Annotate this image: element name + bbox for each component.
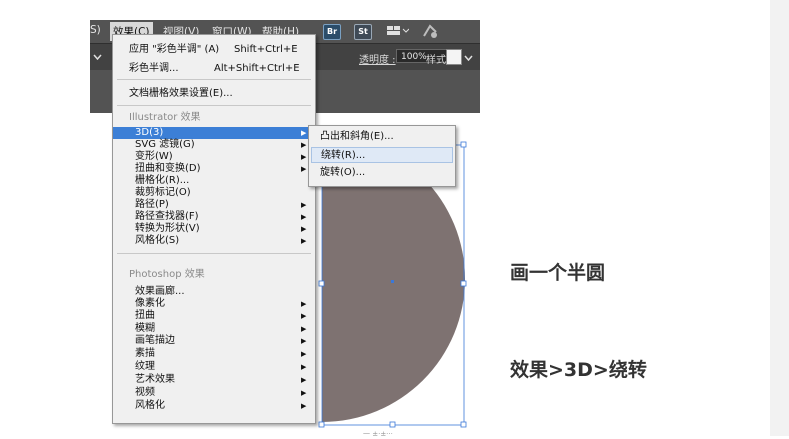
menu-item-document-raster-settings[interactable]: 文档栅格效果设置(E)...: [113, 88, 315, 100]
menu-separator: [117, 253, 311, 254]
chevron-right-icon: ▶: [301, 213, 307, 221]
gpu-performance-icon[interactable]: [423, 24, 439, 41]
chevron-right-icon: ▶: [301, 300, 307, 308]
menu-item-crop-marks[interactable]: 裁剪标记(O): [113, 187, 315, 199]
menu-item-stylize[interactable]: 风格化(S) ▶: [113, 235, 315, 247]
chevron-down-icon[interactable]: [464, 53, 473, 64]
menu-item-apply-halftone[interactable]: 应用 "彩色半调" (A) Shift+Ctrl+E: [113, 44, 315, 56]
chevron-right-icon: ▶: [301, 141, 307, 149]
stock-badge[interactable]: St: [354, 24, 372, 40]
menu-item-distort-transform[interactable]: 扭曲和变换(D) ▶: [113, 163, 315, 175]
menu-item-texture[interactable]: 纹理 ▶: [113, 361, 315, 373]
chevron-right-icon: ▶: [301, 129, 307, 137]
chevron-right-icon: ▶: [301, 165, 307, 173]
menu-item-revolve[interactable]: 绕转(R)...: [311, 147, 453, 163]
opacity-label[interactable]: 透明度 :: [359, 51, 396, 66]
menu-separator: [117, 79, 311, 80]
chevron-right-icon: ▶: [301, 225, 307, 233]
menu-item-rotate[interactable]: 旋转(O)...: [311, 165, 453, 181]
bridge-badge[interactable]: Br: [323, 24, 341, 40]
menu-separator: [117, 105, 311, 106]
menu-item-path[interactable]: 路径(P) ▶: [113, 199, 315, 211]
menu-item-pathfinder[interactable]: 路径查找器(F) ▶: [113, 211, 315, 223]
illustrator-effects-header: Illustrator 效果: [129, 112, 201, 123]
chevron-right-icon: ▶: [301, 376, 307, 384]
menu-item-pixelate[interactable]: 像素化 ▶: [113, 298, 315, 310]
workspace-layout-icon[interactable]: [387, 26, 410, 39]
menu-item-rasterize[interactable]: 栅格化(R)...: [113, 175, 315, 187]
caption-draw-half-circle: 画一个半圆: [510, 262, 606, 284]
menu-item-video[interactable]: 视频 ▶: [113, 387, 315, 399]
menu-item-color-halftone[interactable]: 彩色半调... Alt+Shift+Ctrl+E: [113, 63, 315, 75]
chevron-right-icon: ▶: [301, 337, 307, 345]
chevron-right-icon: ▶: [301, 325, 307, 333]
menu-item-brush-strokes[interactable]: 画笔描边 ▶: [113, 335, 315, 347]
chevron-right-icon: ▶: [301, 153, 307, 161]
3d-submenu: 凸出和斜角(E)... 绕转(R)... 旋转(O)...: [308, 125, 456, 187]
menu-item-svg-filters[interactable]: SVG 滤镜(G) ▶: [113, 139, 315, 151]
style-swatch[interactable]: [446, 49, 462, 65]
effects-menu: 应用 "彩色半调" (A) Shift+Ctrl+E 彩色半调... Alt+S…: [112, 34, 316, 424]
menu-item-effect-gallery[interactable]: 效果画廊...: [113, 286, 315, 298]
menu-item-blur[interactable]: 模糊 ▶: [113, 323, 315, 335]
menu-item-distort[interactable]: 扭曲 ▶: [113, 310, 315, 322]
menu-item-extrude-bevel[interactable]: 凸出和斜角(E)...: [311, 129, 453, 145]
page-edge: [770, 0, 789, 436]
chevron-right-icon: ▶: [301, 201, 307, 209]
menu-item-warp[interactable]: 变形(W) ▶: [113, 151, 315, 163]
canvas-footnote: 一 ±·±···: [363, 430, 393, 438]
menu-item-s[interactable]: S): [90, 24, 101, 36]
chevron-right-icon: ▶: [301, 363, 307, 371]
menu-item-ps-stylize[interactable]: 风格化 ▶: [113, 400, 315, 412]
chevron-down-icon[interactable]: [93, 52, 102, 63]
menu-item-convert-to-shape[interactable]: 转换为形状(V) ▶: [113, 223, 315, 235]
chevron-right-icon: ▶: [301, 237, 307, 245]
menu-item-artistic[interactable]: 艺术效果 ▶: [113, 374, 315, 386]
chevron-right-icon: ▶: [301, 350, 307, 358]
menu-item-3d[interactable]: 3D(3) ▶: [113, 127, 315, 139]
photoshop-effects-header: Photoshop 效果: [129, 269, 205, 280]
chevron-right-icon: ▶: [301, 389, 307, 397]
chevron-right-icon: ▶: [301, 312, 307, 320]
menu-item-sketch[interactable]: 素描 ▶: [113, 348, 315, 360]
chevron-right-icon: ▶: [301, 402, 307, 410]
caption-effect-path: 效果>3D>绕转: [510, 359, 647, 381]
